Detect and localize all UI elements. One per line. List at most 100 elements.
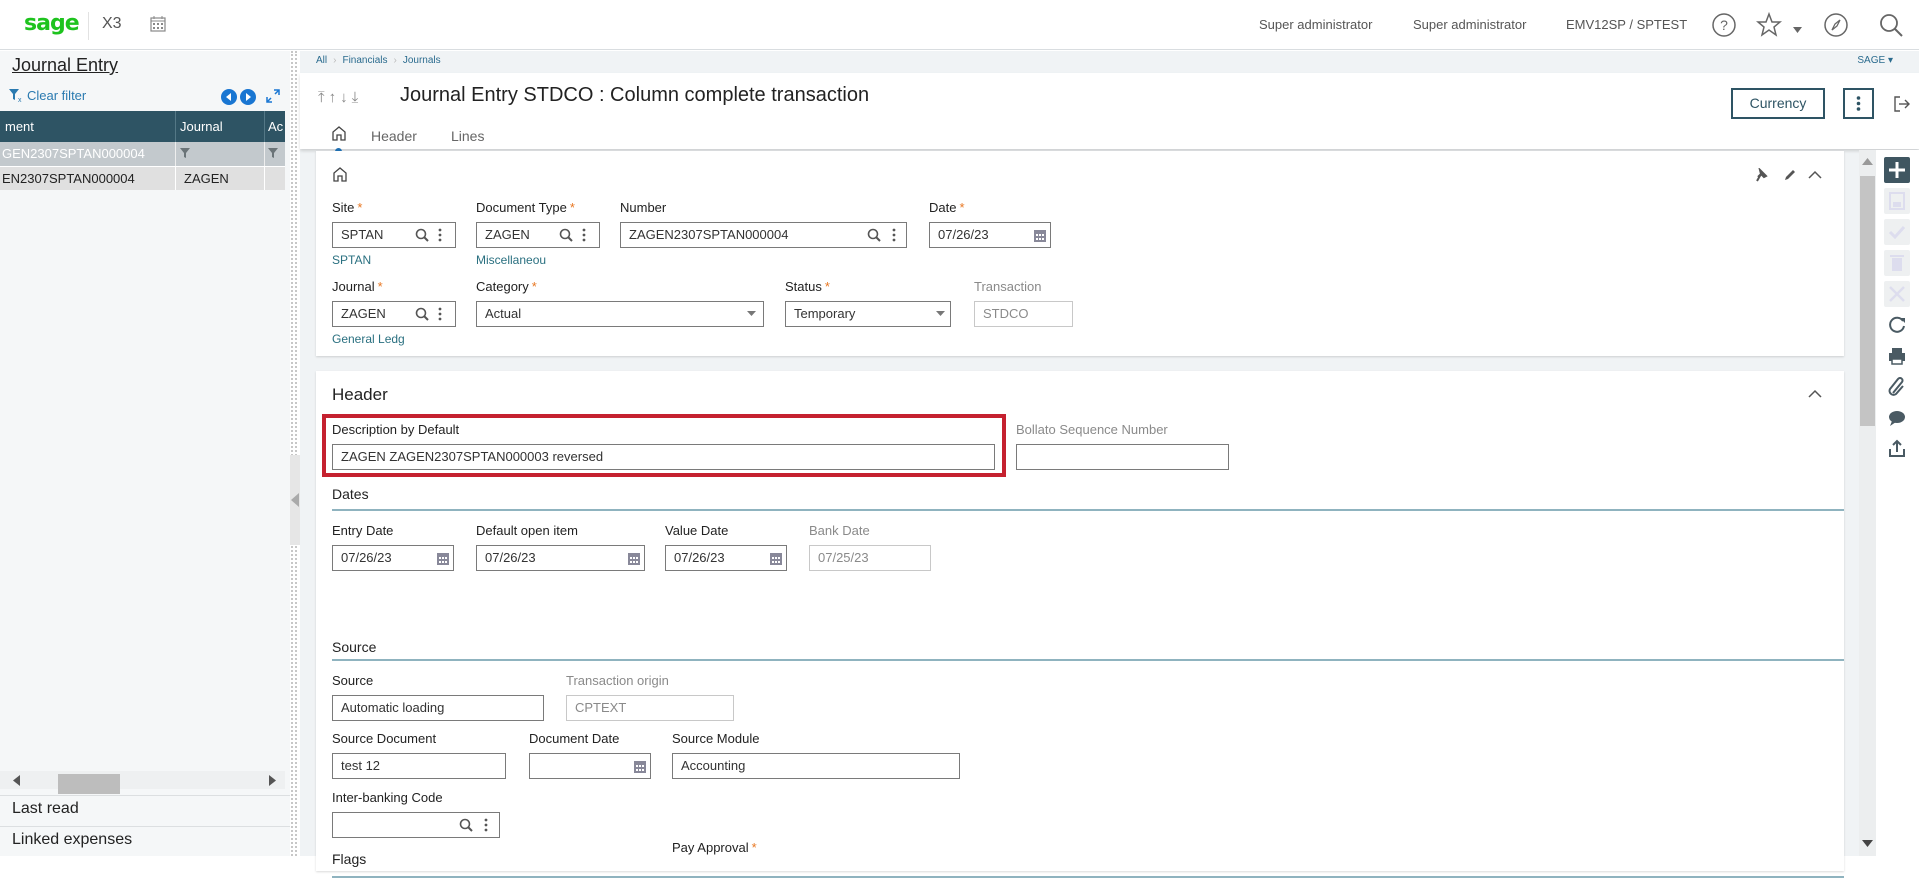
next-record-icon[interactable] [240, 89, 256, 105]
cancel-button[interactable] [1884, 281, 1910, 307]
field-menu-icon[interactable] [437, 307, 443, 321]
help-icon[interactable]: ? [1711, 12, 1737, 38]
calendar-icon[interactable] [437, 551, 449, 565]
sage-logo[interactable]: sage [24, 11, 80, 36]
print-button[interactable] [1884, 343, 1910, 369]
calendar-icon[interactable] [628, 551, 640, 565]
document-type-input[interactable]: ZAGEN [476, 222, 600, 248]
scroll-up-icon[interactable] [1862, 158, 1873, 165]
filter-cell-account[interactable] [265, 142, 285, 166]
entry-date-input[interactable]: 07/26/23 [332, 545, 454, 571]
next-record-icon[interactable]: ↓ [340, 89, 352, 106]
save-button[interactable] [1884, 188, 1910, 214]
folder-name[interactable]: EMV12SP / SPTEST [1566, 17, 1687, 32]
delete-button[interactable] [1884, 250, 1910, 276]
source-module-input[interactable]: Accounting [672, 753, 960, 779]
previous-record-icon[interactable]: ↑ [329, 89, 341, 106]
calendar-icon[interactable] [150, 15, 166, 32]
number-input[interactable]: ZAGEN2307SPTAN000004 [620, 222, 907, 248]
field-menu-icon[interactable] [581, 228, 587, 242]
comment-button[interactable] [1884, 405, 1910, 431]
validate-button[interactable] [1884, 219, 1910, 245]
last-record-icon[interactable]: ⤓ [352, 89, 363, 106]
filter-cell-document[interactable]: GEN2307SPTAN000004 [0, 142, 176, 166]
left-panel-title[interactable]: Journal Entry [12, 55, 118, 76]
panel-splitter[interactable] [291, 51, 297, 856]
tab-home-icon[interactable] [332, 126, 346, 141]
pin-icon[interactable] [1756, 168, 1770, 182]
scroll-down-icon[interactable] [1862, 840, 1873, 847]
first-record-icon[interactable]: ⤒ [318, 89, 329, 106]
site-input[interactable]: SPTAN [332, 222, 456, 248]
user-name[interactable]: Super administrator [1259, 17, 1372, 32]
field-menu-icon[interactable] [891, 228, 897, 242]
date-input[interactable]: 07/26/23 [929, 222, 1051, 248]
journal-input[interactable]: ZAGEN [332, 301, 456, 327]
table-row[interactable]: EN2307SPTAN000004 ZAGEN [0, 166, 285, 190]
calendar-icon[interactable] [1034, 228, 1046, 242]
tab-header[interactable]: Header [371, 128, 417, 144]
collapse-section-icon[interactable] [1808, 389, 1822, 398]
category-select[interactable]: Actual [476, 301, 764, 327]
value-date-input[interactable]: 07/26/23 [665, 545, 787, 571]
bollato-input[interactable] [1016, 444, 1229, 470]
inter-banking-input[interactable] [332, 812, 500, 838]
site-description-link[interactable]: SPTAN [332, 253, 371, 267]
source-document-input[interactable]: test 12 [332, 753, 506, 779]
source-input[interactable]: Automatic loading [332, 695, 544, 721]
search-icon[interactable] [1878, 12, 1904, 38]
cell-account[interactable] [265, 167, 285, 190]
breadcrumb-all[interactable]: All [316, 55, 327, 66]
currency-button[interactable]: Currency [1731, 88, 1825, 119]
scrollbar-thumb[interactable] [1860, 176, 1875, 426]
linked-expenses-link[interactable]: Linked expenses [12, 831, 132, 849]
document-date-label: Document Date [529, 731, 620, 746]
column-header-account[interactable]: Ac [265, 111, 285, 142]
column-header-journal[interactable]: Journal [176, 111, 265, 142]
expand-icon[interactable] [266, 89, 280, 103]
endpoint-menu[interactable]: SAGE ▾ [1857, 55, 1893, 66]
document-type-description-link[interactable]: Miscellaneou [476, 253, 546, 267]
tab-lines[interactable]: Lines [451, 128, 484, 144]
cell-journal[interactable]: ZAGEN [176, 167, 265, 190]
favorites-dropdown-icon[interactable] [1793, 27, 1802, 33]
lookup-search-icon[interactable] [459, 818, 473, 832]
export-button[interactable] [1884, 436, 1910, 462]
lookup-search-icon[interactable] [559, 228, 573, 242]
refresh-button[interactable] [1884, 312, 1910, 338]
attachment-button[interactable] [1884, 374, 1910, 400]
field-menu-icon[interactable] [483, 818, 489, 832]
breadcrumb-journals[interactable]: Journals [403, 55, 441, 66]
lookup-search-icon[interactable] [415, 307, 429, 321]
more-actions-button[interactable] [1843, 88, 1874, 119]
calendar-icon[interactable] [634, 759, 646, 773]
journal-description-link[interactable]: General Ledg [332, 332, 405, 346]
document-date-input[interactable] [529, 753, 651, 779]
lookup-search-icon[interactable] [867, 228, 881, 242]
filter-cell-journal[interactable] [176, 142, 265, 166]
exit-icon[interactable] [1894, 96, 1910, 112]
scrollbar-thumb[interactable] [58, 774, 120, 794]
field-menu-icon[interactable] [437, 228, 443, 242]
default-open-item-input[interactable]: 07/26/23 [476, 545, 645, 571]
breadcrumb-financials[interactable]: Financials [342, 55, 387, 66]
clear-filter-button[interactable]: x Clear filter [9, 88, 86, 103]
edit-pencil-icon[interactable] [1783, 168, 1797, 182]
horizontal-scrollbar[interactable] [0, 771, 285, 794]
lookup-search-icon[interactable] [415, 228, 429, 242]
status-select[interactable]: Temporary [785, 301, 951, 327]
collapse-section-icon[interactable] [1808, 170, 1822, 179]
favorites-star-icon[interactable] [1756, 12, 1782, 38]
calendar-icon[interactable] [770, 551, 782, 565]
vertical-scrollbar[interactable] [1859, 150, 1876, 856]
user-role[interactable]: Super administrator [1413, 17, 1526, 32]
scroll-left-icon[interactable] [13, 775, 20, 786]
create-button[interactable] [1884, 157, 1910, 183]
previous-record-icon[interactable] [221, 89, 237, 105]
column-header-document[interactable]: ment [0, 111, 176, 142]
cell-document[interactable]: EN2307SPTAN000004 [0, 167, 176, 190]
last-read-link[interactable]: Last read [12, 800, 79, 818]
collapse-panel-handle[interactable] [290, 455, 300, 545]
compass-icon[interactable] [1823, 12, 1849, 38]
scroll-right-icon[interactable] [269, 775, 276, 786]
